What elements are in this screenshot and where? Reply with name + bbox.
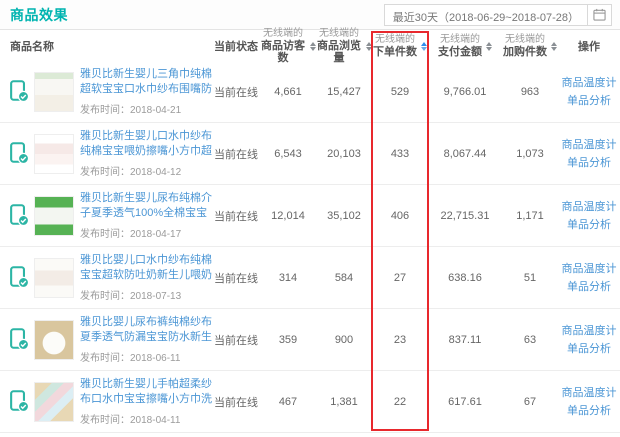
product-name-link[interactable]: 雅贝比新生婴儿尿布纯棉介子夏季透气100%全棉宝宝纱布可洗	[80, 191, 214, 221]
product-thumbnail[interactable]	[34, 72, 74, 112]
cart-adds-value: 63	[502, 334, 558, 346]
views-value: 900	[316, 334, 372, 346]
payment-value: 638.16	[428, 272, 502, 284]
mobile-online-icon	[10, 80, 30, 103]
orders-value: 22	[372, 396, 428, 408]
action-single-item-analysis[interactable]: 单品分析	[558, 216, 620, 234]
page-title: 商品效果	[10, 5, 68, 25]
col-header-orders[interactable]: 无线端的下单件数	[372, 33, 428, 58]
publish-date: 发布时间：2018-04-21	[80, 101, 214, 116]
product-thumbnail[interactable]	[34, 382, 74, 422]
col-header-payment[interactable]: 无线端的支付金额	[428, 33, 502, 58]
mobile-online-icon	[10, 204, 30, 227]
mobile-online-icon	[10, 328, 30, 351]
sort-icon-active[interactable]	[421, 42, 427, 51]
mobile-online-icon	[10, 266, 30, 289]
product-thumbnail[interactable]	[34, 196, 74, 236]
product-thumbnail[interactable]	[34, 320, 74, 360]
table-row: 雅贝比新生婴儿三角巾纯棉超软宝宝口水巾纱布围嘴防吐奶夏季 发布时间：2018-0…	[0, 61, 620, 123]
orders-value: 23	[372, 334, 428, 346]
orders-value: 27	[372, 272, 428, 284]
mobile-online-icon	[10, 142, 30, 165]
action-product-thermometer[interactable]: 商品温度计	[558, 136, 620, 154]
product-name-link[interactable]: 雅贝比新生婴儿口水巾纱布纯棉宝宝喂奶擦嘴小方巾超软防吐奶	[80, 129, 214, 159]
action-product-thermometer[interactable]: 商品温度计	[558, 260, 620, 278]
visitors-value: 6,543	[260, 148, 316, 160]
col-header-product-name: 商品名称	[0, 38, 214, 54]
table-row: 雅贝比新生婴儿手帕超柔纱布口水巾宝宝擦嘴小方巾洗脸纯棉毛 发布时间：2018-0…	[0, 371, 620, 433]
product-thumbnail[interactable]	[34, 258, 74, 298]
publish-date: 发布时间：2018-04-12	[80, 163, 214, 178]
visitors-value: 314	[260, 272, 316, 284]
product-name-link[interactable]: 雅贝比新生婴儿三角巾纯棉超软宝宝口水巾纱布围嘴防吐奶夏季	[80, 67, 214, 97]
status-text: 当前在线	[214, 208, 260, 224]
cart-adds-value: 51	[502, 272, 558, 284]
cart-adds-value: 1,171	[502, 210, 558, 222]
status-text: 当前在线	[214, 394, 260, 410]
date-range-text[interactable]: 最近30天（2018-06-29~2018-07-28）	[385, 5, 587, 25]
action-single-item-analysis[interactable]: 单品分析	[558, 154, 620, 172]
table-row: 雅贝比婴儿口水巾纱布纯棉宝宝超软防吐奶新生儿喂奶擦嘴围巾 发布时间：2018-0…	[0, 247, 620, 309]
payment-value: 837.11	[428, 334, 502, 346]
payment-value: 8,067.44	[428, 148, 502, 160]
payment-value: 617.61	[428, 396, 502, 408]
table-row: 雅贝比新生婴儿口水巾纱布纯棉宝宝喂奶擦嘴小方巾超软防吐奶 发布时间：2018-0…	[0, 123, 620, 185]
calendar-icon[interactable]	[587, 5, 611, 25]
views-value: 584	[316, 272, 372, 284]
date-range-selector[interactable]: 最近30天（2018-06-29~2018-07-28）	[384, 4, 612, 26]
action-single-item-analysis[interactable]: 单品分析	[558, 278, 620, 296]
views-value: 15,427	[316, 86, 372, 98]
visitors-value: 4,661	[260, 86, 316, 98]
action-product-thermometer[interactable]: 商品温度计	[558, 384, 620, 402]
payment-value: 22,715.31	[428, 210, 502, 222]
mobile-online-icon	[10, 390, 30, 413]
status-text: 当前在线	[214, 270, 260, 286]
product-table: 商品名称 当前状态 无线端的商品访客数 无线端的商品浏览量 无线端的下单件数 无…	[0, 30, 620, 433]
cart-adds-value: 67	[502, 396, 558, 408]
table-row: 雅贝比婴儿尿布裤纯棉纱布夏季透气防漏宝宝防水新生儿可洗尿 发布时间：2018-0…	[0, 309, 620, 371]
visitors-value: 359	[260, 334, 316, 346]
publish-date: 发布时间：2018-06-11	[80, 349, 214, 364]
page-header: 商品效果 最近30天（2018-06-29~2018-07-28）	[0, 0, 620, 30]
action-product-thermometer[interactable]: 商品温度计	[558, 74, 620, 92]
product-name-link[interactable]: 雅贝比婴儿尿布裤纯棉纱布夏季透气防漏宝宝防水新生儿可洗尿	[80, 315, 214, 345]
action-single-item-analysis[interactable]: 单品分析	[558, 402, 620, 420]
status-text: 当前在线	[214, 84, 260, 100]
table-row: 雅贝比新生婴儿尿布纯棉介子夏季透气100%全棉宝宝纱布可洗 发布时间：2018-…	[0, 185, 620, 247]
visitors-value: 467	[260, 396, 316, 408]
col-header-visitors[interactable]: 无线端的商品访客数	[260, 27, 316, 64]
visitors-value: 12,014	[260, 210, 316, 222]
action-product-thermometer[interactable]: 商品温度计	[558, 198, 620, 216]
product-name-link[interactable]: 雅贝比新生婴儿手帕超柔纱布口水巾宝宝擦嘴小方巾洗脸纯棉毛	[80, 377, 214, 407]
publish-date: 发布时间：2018-04-11	[80, 411, 214, 426]
publish-date: 发布时间：2018-07-13	[80, 287, 214, 302]
sort-icon[interactable]	[551, 42, 557, 51]
orders-value: 433	[372, 148, 428, 160]
table-header-row: 商品名称 当前状态 无线端的商品访客数 无线端的商品浏览量 无线端的下单件数 无…	[0, 30, 620, 61]
cart-adds-value: 963	[502, 86, 558, 98]
action-product-thermometer[interactable]: 商品温度计	[558, 322, 620, 340]
col-header-actions: 操作	[558, 38, 620, 54]
action-single-item-analysis[interactable]: 单品分析	[558, 92, 620, 110]
status-text: 当前在线	[214, 332, 260, 348]
orders-value: 529	[372, 86, 428, 98]
payment-value: 9,766.01	[428, 86, 502, 98]
product-thumbnail[interactable]	[34, 134, 74, 174]
product-effect-page: 商品效果 最近30天（2018-06-29~2018-07-28） 商品名称 当…	[0, 0, 620, 437]
col-header-views[interactable]: 无线端的商品浏览量	[316, 27, 372, 64]
action-single-item-analysis[interactable]: 单品分析	[558, 340, 620, 358]
views-value: 1,381	[316, 396, 372, 408]
sort-icon[interactable]	[486, 42, 492, 51]
views-value: 35,102	[316, 210, 372, 222]
publish-date: 发布时间：2018-04-17	[80, 225, 214, 240]
views-value: 20,103	[316, 148, 372, 160]
status-text: 当前在线	[214, 146, 260, 162]
orders-value: 406	[372, 210, 428, 222]
col-header-cart-adds[interactable]: 无线端的加购件数	[502, 33, 558, 58]
product-name-link[interactable]: 雅贝比婴儿口水巾纱布纯棉宝宝超软防吐奶新生儿喂奶擦嘴围巾	[80, 253, 214, 283]
cart-adds-value: 1,073	[502, 148, 558, 160]
col-header-status: 当前状态	[214, 38, 260, 54]
